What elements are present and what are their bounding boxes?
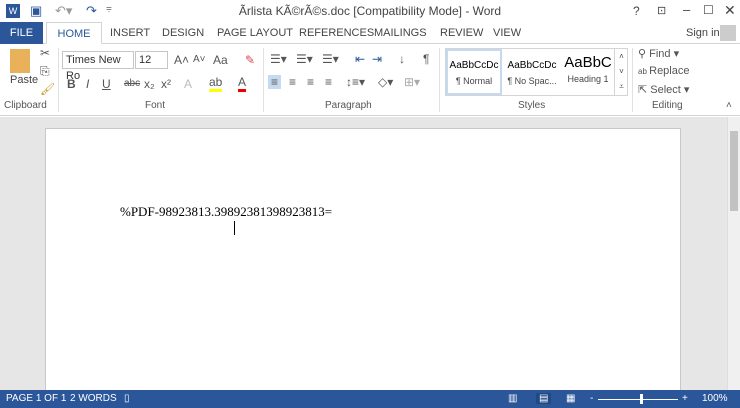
document-area: %PDF-98923813.39892381398923813= [0,117,727,398]
vertical-scrollbar[interactable] [727,117,740,390]
increase-indent-icon[interactable]: ⇥ [372,52,382,66]
align-left-icon[interactable]: ≡ [268,75,282,89]
zoom-slider[interactable] [598,399,678,400]
select-button[interactable]: ⇱ Select ▾ [638,83,689,96]
align-right-icon[interactable]: ≡ [307,75,314,89]
style-preview: AaBbCcDc [449,60,499,71]
group-clipboard-label: Clipboard [4,100,47,111]
cut-icon[interactable]: ✂ [40,46,50,60]
read-mode-icon[interactable]: ▥ [508,393,517,404]
find-button[interactable]: ⚲ Find ▾ [638,47,679,60]
grow-font-icon[interactable]: A˄ [174,53,189,67]
ribbon-display-icon[interactable]: ⊡ [657,4,666,17]
subscript-button[interactable]: x₂ [144,77,155,91]
replace-icon: ab [638,67,650,76]
strikethrough-button[interactable]: abc [124,78,140,89]
style-no-spacing[interactable]: AaBbCcDc ¶ No Spac... [504,49,560,95]
numbering-icon[interactable]: ☰▾ [296,52,313,66]
document-text[interactable]: %PDF-98923813.39892381398923813= [120,204,332,220]
avatar[interactable] [720,25,736,41]
tab-page-layout[interactable]: PAGE LAYOUT [217,22,293,44]
tab-insert[interactable]: INSERT [110,22,150,44]
bullets-icon[interactable]: ☰▾ [270,52,287,66]
minimize-button[interactable]: – [683,2,690,17]
print-layout-icon[interactable]: ▤ [536,393,552,404]
style-preview: AaBbC [564,54,612,71]
paste-icon[interactable] [10,49,30,73]
style-name: ¶ No Spac... [507,76,557,86]
collapse-ribbon-icon[interactable]: ˄ [726,100,732,111]
style-preview: AaBbCcDc [507,60,557,71]
style-name: Heading 1 [567,74,609,84]
replace-label: Replace [649,65,690,77]
zoom-out-button[interactable]: - [590,393,593,404]
ribbon-tabs: FILE HOME INSERT DESIGN PAGE LAYOUT REFE… [0,22,740,44]
window-title: Ãrlista KÃ©rÃ©s.doc [Compatibility Mode]… [238,4,502,18]
borders-icon[interactable]: ⊞▾ [404,75,420,89]
format-painter-icon[interactable]: 🖌 [40,82,55,96]
bold-button[interactable]: B [67,77,76,91]
styles-gallery: AaBbCcDc ¶ Normal AaBbCcDc ¶ No Spac... … [445,48,628,96]
document-page[interactable]: %PDF-98923813.39892381398923813= [45,128,681,398]
copy-icon[interactable]: ⎘ [40,64,50,79]
tab-mailings[interactable]: MAILINGS [374,22,427,44]
styles-scroll[interactable]: ˄ ˅ ⩡ [614,49,628,95]
style-name: ¶ Normal [455,76,493,86]
group-font-label: Font [145,100,166,111]
binoculars-icon: ⚲ [638,48,650,60]
line-spacing-icon[interactable]: ↕≡▾ [346,75,365,89]
web-layout-icon[interactable]: ▦ [566,393,575,404]
replace-button[interactable]: ab Replace [638,65,689,77]
justify-icon[interactable]: ≡ [325,75,332,89]
style-normal[interactable]: AaBbCcDc ¶ Normal [446,49,502,95]
decrease-indent-icon[interactable]: ⇤ [355,52,365,66]
sort-icon[interactable]: ↓ [399,52,405,66]
help-button[interactable]: ? [633,4,640,18]
proofing-icon[interactable]: ▯ [124,393,130,404]
cursor-icon: ⇱ [638,84,651,96]
word-count[interactable]: 2 WORDS [70,393,117,404]
tab-references[interactable]: REFERENCES [299,22,374,44]
title-bar: W ▣ ↶▾ ↷ ⩦ Ãrlista KÃ©rÃ©s.doc [Compatib… [0,0,740,22]
style-heading-1[interactable]: AaBbC Heading 1 [560,49,616,95]
italic-button[interactable]: I [86,77,89,91]
text-effects-icon[interactable]: A [184,77,192,91]
ribbon: Paste ✂ ⎘ 🖌 Clipboard Times New Ro 12 A˄… [0,44,740,116]
change-case-button[interactable]: Aa [213,53,228,67]
zoom-in-button[interactable]: + [682,393,688,404]
tab-home[interactable]: HOME [46,22,102,44]
find-label: Find [649,48,671,60]
tab-review[interactable]: REVIEW [440,22,483,44]
status-bar: PAGE 1 OF 1 2 WORDS ▯ ▥ ▤ ▦ - + 100% [0,390,740,408]
group-paragraph-label: Paragraph [325,100,372,111]
close-button[interactable]: ✕ [724,2,736,19]
font-name-select[interactable]: Times New Ro [62,51,134,82]
group-editing-label: Editing [652,100,683,111]
tab-view[interactable]: VIEW [493,22,521,44]
tab-design[interactable]: DESIGN [162,22,204,44]
maximize-button[interactable]: ☐ [703,3,714,17]
underline-button[interactable]: U [102,77,111,91]
multilevel-list-icon[interactable]: ☰▾ [322,52,339,66]
group-styles-label: Styles [518,100,546,111]
font-size-select[interactable]: 12 [135,51,168,69]
clear-formatting-icon[interactable]: ✎ [245,53,255,67]
font-color-icon[interactable]: A [238,75,247,92]
show-formatting-icon[interactable]: ¶ [423,52,429,66]
superscript-button[interactable]: x² [161,77,171,91]
highlight-icon[interactable]: ab [209,75,223,92]
shading-icon[interactable]: ◇▾ [378,75,393,89]
scrollbar-thumb[interactable] [730,131,738,211]
shrink-font-icon[interactable]: A˅ [193,54,206,65]
page-count[interactable]: PAGE 1 OF 1 [6,393,66,404]
paste-button[interactable]: Paste [10,74,38,86]
select-label: Select [650,84,681,96]
tab-file[interactable]: FILE [0,22,43,44]
text-cursor [234,221,235,235]
zoom-level[interactable]: 100% [702,393,728,404]
zoom-slider-thumb[interactable] [640,394,643,404]
sign-in-link[interactable]: Sign in [686,22,720,44]
align-center-icon[interactable]: ≡ [289,75,296,89]
